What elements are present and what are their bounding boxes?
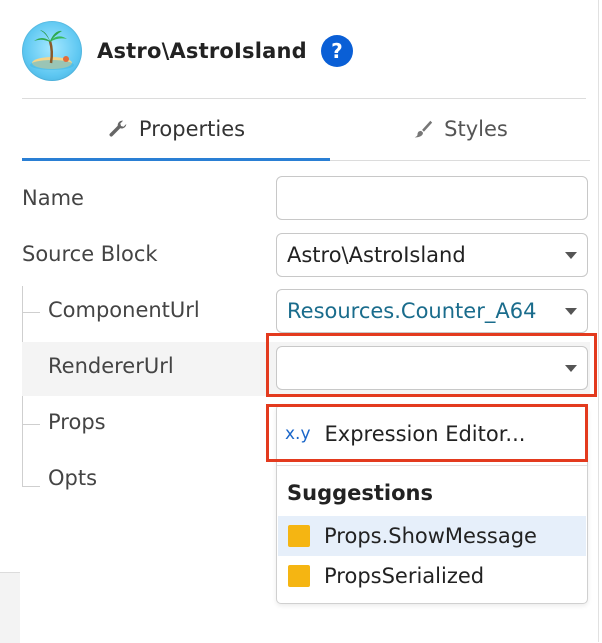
panel-header: Astro\AstroIsland ?	[22, 20, 353, 82]
tree-connector	[22, 424, 40, 425]
help-icon[interactable]: ?	[320, 35, 353, 67]
property-icon	[288, 565, 310, 587]
dropdown-divider	[277, 465, 587, 466]
tab-properties-label: Properties	[138, 117, 246, 141]
chevron-down-icon	[565, 252, 577, 259]
suggestions-heading: Suggestions	[287, 481, 433, 505]
header-divider	[22, 98, 586, 99]
component-url-label: ComponentUrl	[48, 298, 200, 322]
expression-editor-highlight	[266, 404, 588, 462]
bottom-strip	[0, 572, 20, 643]
component-url-select[interactable]: Resources.Counter_A64	[276, 289, 588, 333]
properties-panel: Astro\AstroIsland ? Properties Styles Na…	[0, 0, 599, 642]
tree-connector	[22, 486, 40, 487]
suggestion-label: PropsSerialized	[324, 564, 485, 588]
source-block-value: Astro\AstroIsland	[287, 243, 466, 267]
island-logo-icon	[22, 21, 82, 81]
suggestion-item[interactable]: PropsSerialized	[278, 556, 586, 596]
brush-icon	[412, 118, 434, 140]
name-input[interactable]	[276, 176, 588, 220]
suggestion-label: Props.ShowMessage	[324, 524, 537, 548]
source-block-label: Source Block	[22, 242, 158, 266]
opts-label: Opts	[48, 466, 98, 490]
tab-bar: Properties Styles	[22, 100, 590, 161]
props-label: Props	[48, 410, 106, 434]
property-icon	[288, 525, 310, 547]
renderer-url-label: RendererUrl	[48, 354, 174, 378]
wrench-icon	[107, 118, 129, 140]
page-title: Astro\AstroIsland	[97, 39, 307, 63]
name-label: Name	[22, 186, 84, 210]
source-block-select[interactable]: Astro\AstroIsland	[276, 233, 588, 277]
chevron-down-icon	[565, 308, 577, 315]
tree-connector	[22, 312, 40, 313]
renderer-url-highlight	[266, 333, 597, 397]
suggestion-item[interactable]: Props.ShowMessage	[278, 516, 586, 556]
tab-properties[interactable]: Properties	[22, 100, 330, 161]
component-url-value: Resources.Counter_A64	[287, 299, 537, 323]
tab-styles[interactable]: Styles	[330, 100, 590, 158]
tab-styles-label: Styles	[444, 117, 508, 141]
